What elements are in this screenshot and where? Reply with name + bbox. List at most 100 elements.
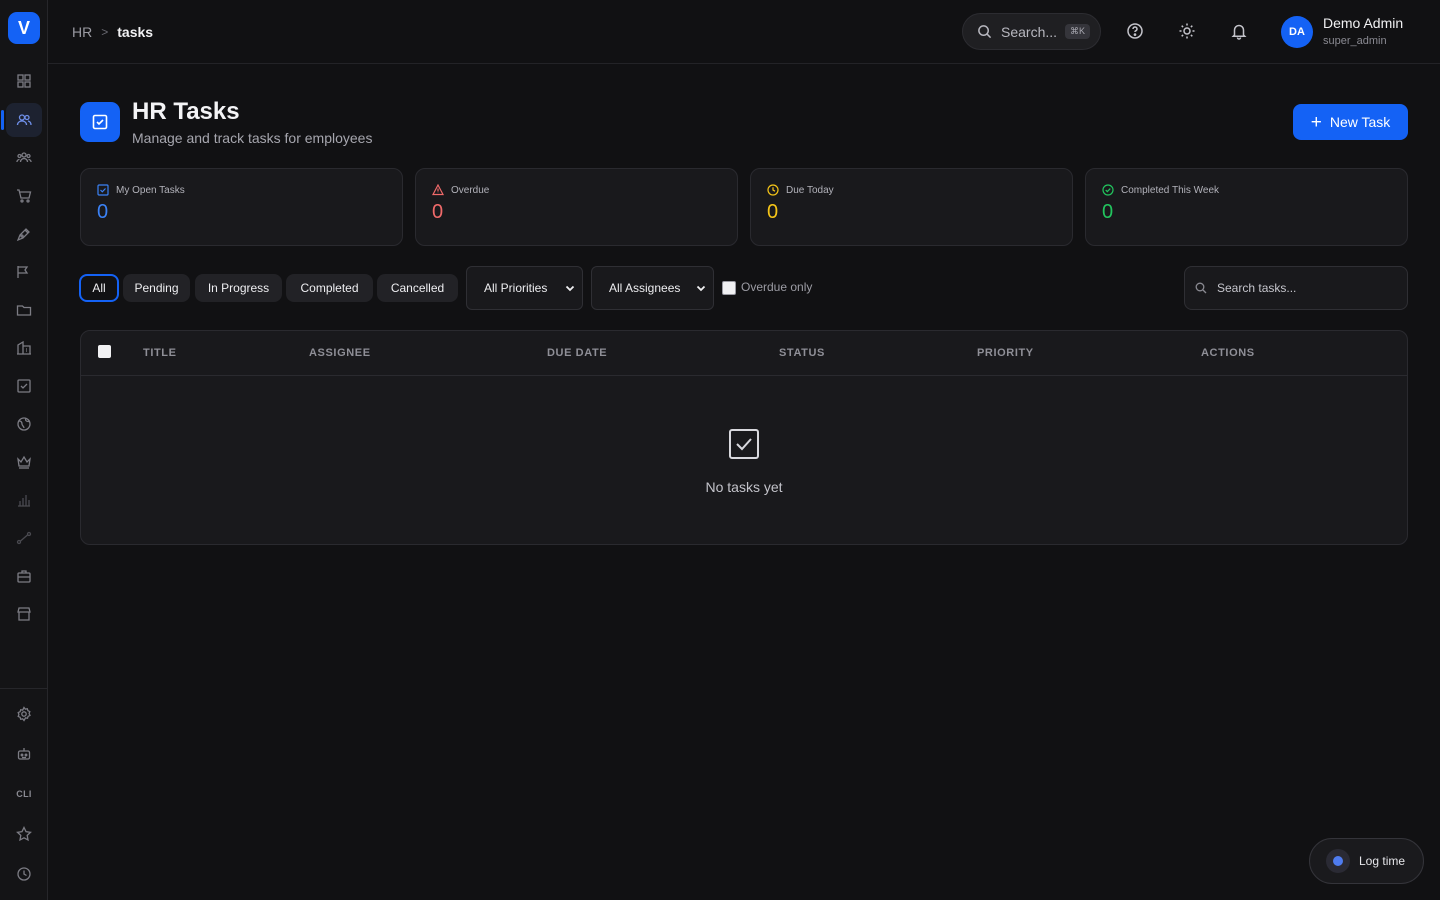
checkbox-icon: [17, 379, 31, 393]
pen-icon: [16, 228, 30, 242]
column-header-title[interactable]: TITLE: [143, 347, 177, 359]
empty-state-message: No tasks yet: [705, 479, 783, 495]
chevron-down-icon: [565, 285, 575, 292]
column-header-status[interactable]: STATUS: [779, 347, 825, 359]
new-task-button[interactable]: + New Task: [1293, 104, 1408, 140]
stat-value: 0: [432, 201, 444, 223]
breadcrumb-separator: >: [101, 25, 109, 39]
theme-toggle[interactable]: [1176, 20, 1198, 42]
grid-icon: [17, 74, 31, 88]
priority-select[interactable]: All Priorities: [466, 266, 583, 310]
filter-tab-in-progress[interactable]: In Progress: [195, 274, 282, 302]
flag-icon: [17, 266, 29, 278]
global-search-label: Search...: [1001, 23, 1058, 40]
help-button[interactable]: [1124, 20, 1146, 42]
sidebar-item-analytics[interactable]: [6, 483, 42, 517]
warning-icon: [432, 184, 444, 196]
stat-value: 0: [1102, 201, 1114, 223]
sidebar: V CLI: [0, 0, 48, 900]
page-icon: [80, 102, 120, 142]
column-header-priority[interactable]: PRIORITY: [977, 347, 1034, 359]
checkbox-icon: [729, 429, 759, 459]
bell-icon: [1231, 24, 1247, 40]
sidebar-item-company[interactable]: [6, 331, 42, 365]
sidebar-item-routes[interactable]: [6, 521, 42, 555]
robot-icon: [17, 748, 31, 760]
filter-tab-all[interactable]: All: [79, 274, 119, 302]
sidebar-item-settings[interactable]: [6, 697, 42, 731]
clock-icon: [767, 184, 779, 196]
app-logo[interactable]: V: [8, 12, 40, 44]
globe-icon: [17, 417, 31, 431]
user-role: super_admin: [1323, 35, 1387, 47]
stat-label: Completed This Week: [1121, 184, 1220, 196]
select-all-checkbox[interactable]: [98, 345, 111, 358]
route-icon: [16, 531, 32, 545]
sidebar-item-jobs[interactable]: [6, 559, 42, 593]
clock-icon: [17, 867, 31, 881]
filter-tab-cancelled[interactable]: Cancelled: [377, 274, 458, 302]
user-avatar[interactable]: DA: [1281, 16, 1313, 48]
breadcrumb: HR > tasks: [72, 24, 153, 40]
log-time-button[interactable]: Log time: [1309, 838, 1424, 884]
overdue-only-checkbox[interactable]: [722, 281, 736, 295]
gear-icon: [17, 706, 31, 722]
sidebar-item-campaigns[interactable]: [6, 255, 42, 289]
checkbox-icon: [97, 184, 109, 196]
task-search-input[interactable]: [1217, 281, 1387, 295]
assignee-select-value: All Assignees: [609, 281, 681, 295]
sidebar-item-cli[interactable]: CLI: [6, 777, 42, 811]
sidebar-item-files[interactable]: [6, 293, 42, 327]
folder-icon: [16, 305, 32, 316]
sidebar-item-bot[interactable]: [6, 737, 42, 771]
column-header-actions: ACTIONS: [1201, 347, 1255, 359]
overdue-only-label[interactable]: Overdue only: [741, 280, 812, 294]
check-circle-icon: [1102, 184, 1114, 196]
sidebar-item-globe[interactable]: [6, 407, 42, 441]
breadcrumb-current: tasks: [117, 24, 154, 40]
stat-label: Overdue: [451, 184, 490, 196]
users-icon: [16, 114, 32, 126]
topbar: HR > tasks Search... ⌘K DA Demo Admin su…: [48, 0, 1440, 64]
sidebar-item-store[interactable]: [6, 597, 42, 631]
stat-label: My Open Tasks: [116, 184, 185, 196]
sidebar-item-tasks[interactable]: [6, 369, 42, 403]
task-search: [1184, 266, 1408, 310]
search-icon: [1195, 282, 1207, 294]
sidebar-item-dashboard[interactable]: [6, 64, 42, 98]
stat-value: 0: [97, 201, 109, 223]
filter-tab-completed[interactable]: Completed: [286, 274, 373, 302]
building-icon: [17, 340, 31, 355]
breadcrumb-root[interactable]: HR: [72, 24, 92, 40]
page-title: HR Tasks: [132, 98, 240, 125]
checkbox-icon: [92, 114, 108, 130]
user-name[interactable]: Demo Admin: [1323, 15, 1403, 31]
timer-icon: [1326, 849, 1350, 873]
cli-label: CLI: [16, 789, 32, 799]
sidebar-item-favorites[interactable]: [6, 817, 42, 851]
filter-tab-pending[interactable]: Pending: [123, 274, 190, 302]
stat-label: Due Today: [786, 184, 834, 196]
stat-card-due-today: Due Today 0: [750, 168, 1073, 246]
sidebar-item-design[interactable]: [6, 217, 42, 251]
global-search[interactable]: Search... ⌘K: [962, 13, 1101, 50]
sidebar-item-commerce[interactable]: [6, 179, 42, 213]
priority-select-value: All Priorities: [484, 281, 548, 295]
crown-icon: [17, 455, 31, 469]
help-icon: [1127, 23, 1143, 39]
new-task-label: New Task: [1329, 114, 1391, 130]
column-header-assignee[interactable]: ASSIGNEE: [309, 347, 371, 359]
team-icon: [16, 152, 32, 163]
sidebar-item-premium[interactable]: [6, 445, 42, 479]
stat-card-overdue: Overdue 0: [415, 168, 738, 246]
sidebar-item-history[interactable]: [6, 857, 42, 891]
assignee-select[interactable]: All Assignees: [591, 266, 714, 310]
cart-icon: [17, 189, 32, 203]
stat-value: 0: [767, 201, 779, 223]
sidebar-item-team[interactable]: [6, 141, 42, 175]
search-icon: [978, 25, 992, 39]
column-header-due-date[interactable]: DUE DATE: [547, 347, 607, 359]
sidebar-item-hr[interactable]: [6, 103, 42, 137]
notifications-button[interactable]: [1228, 20, 1250, 42]
log-time-label: Log time: [1359, 854, 1406, 868]
